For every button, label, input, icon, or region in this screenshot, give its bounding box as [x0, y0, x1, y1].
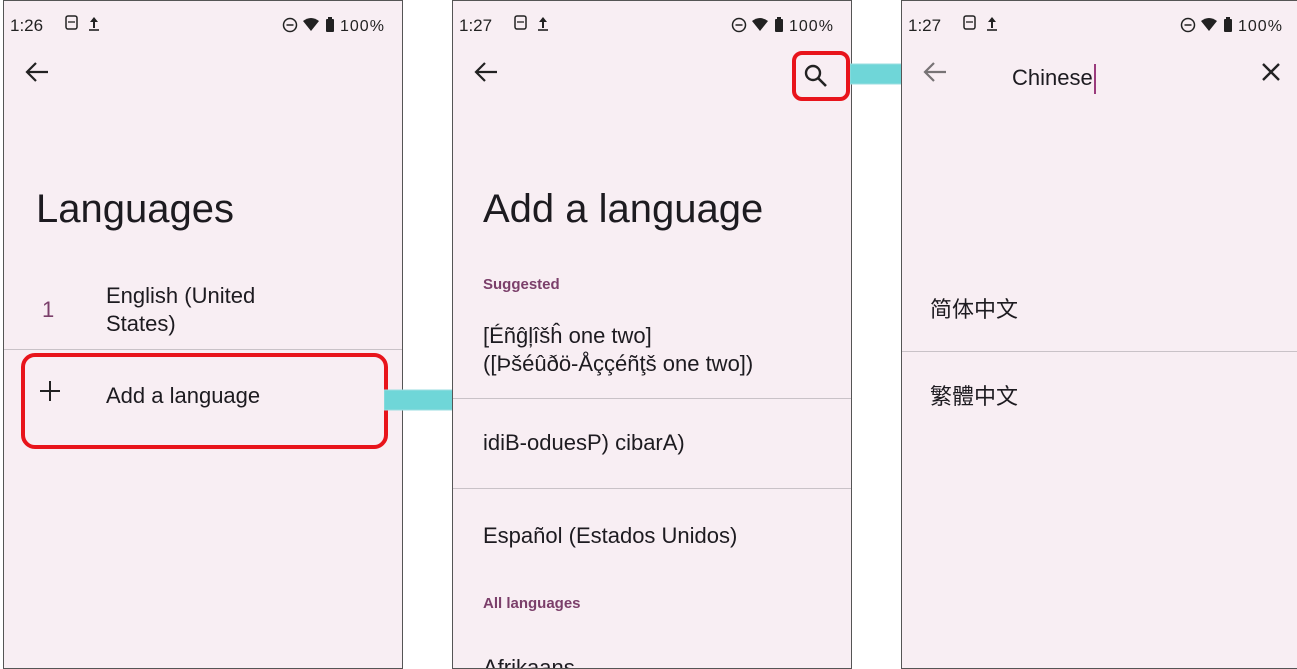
sim-upload-icon — [65, 15, 99, 31]
languages-screen: 1:26 100% Languages 1 English (United St… — [3, 0, 403, 669]
status-time: 1:26 — [10, 16, 44, 35]
language-option-line1: [Éñĝļîšĥ one two] — [483, 323, 652, 348]
highlight-box — [792, 51, 850, 101]
status-bar: 1:27 100% — [902, 1, 1297, 49]
sim-upload-icon — [514, 15, 548, 31]
back-arrow-icon[interactable] — [922, 59, 952, 89]
notification-icons — [64, 14, 108, 37]
close-icon[interactable] — [1260, 59, 1282, 89]
search-input-value: Chinese — [1012, 64, 1093, 90]
status-time: 1:27 — [908, 16, 942, 35]
divider — [902, 351, 1297, 352]
language-option-label: Español (Estados Unidos) — [483, 523, 738, 548]
divider — [453, 488, 851, 489]
page-title: Languages — [36, 187, 234, 231]
divider — [453, 398, 851, 399]
language-option-label: Afrikaans — [483, 655, 575, 669]
language-name-line1: English (United — [106, 283, 256, 308]
search-input[interactable]: Chinese — [1012, 64, 1096, 94]
language-option-label: idiB-oduesP) cibarA) — [483, 430, 685, 455]
battery-wifi-icons: 100% — [1180, 17, 1283, 35]
battery-wifi-icons: 100% — [282, 17, 385, 35]
battery-wifi-icons: 100% — [731, 17, 834, 35]
search-result-label: 简体中文 — [930, 297, 1019, 322]
notification-icons — [513, 14, 557, 37]
sim-upload-icon — [963, 15, 997, 31]
all-languages-label: All languages — [483, 595, 581, 612]
back-arrow-icon[interactable] — [473, 59, 503, 89]
svg-text:100%: 100% — [340, 18, 385, 34]
status-bar: 1:27 100% — [453, 1, 851, 49]
divider — [4, 349, 402, 350]
add-language-screen: 1:27 100% Add a language Suggested [Éñĝļ… — [452, 0, 852, 669]
highlight-box — [21, 353, 388, 449]
status-right: 100% — [282, 16, 392, 39]
svg-text:100%: 100% — [1238, 18, 1283, 34]
svg-text:100%: 100% — [789, 18, 834, 34]
search-result-label: 繁體中文 — [930, 384, 1019, 409]
status-right: 100% — [731, 16, 841, 39]
back-arrow-icon[interactable] — [24, 59, 54, 89]
language-option-line2: ([Þšéûðö-Åççéñţš one two]) — [483, 351, 754, 376]
language-order-number: 1 — [42, 297, 55, 322]
suggested-label: Suggested — [483, 276, 560, 293]
page-title: Add a language — [483, 187, 764, 231]
notification-icons — [962, 14, 1006, 37]
language-name-line2: States) — [106, 311, 176, 336]
status-time: 1:27 — [459, 16, 493, 35]
text-cursor — [1093, 64, 1096, 94]
search-results-screen: 1:27 100% Chinese 简体中文 繁體中文 — [901, 0, 1297, 669]
status-bar: 1:26 100% — [4, 1, 402, 49]
status-right: 100% — [1180, 16, 1290, 39]
